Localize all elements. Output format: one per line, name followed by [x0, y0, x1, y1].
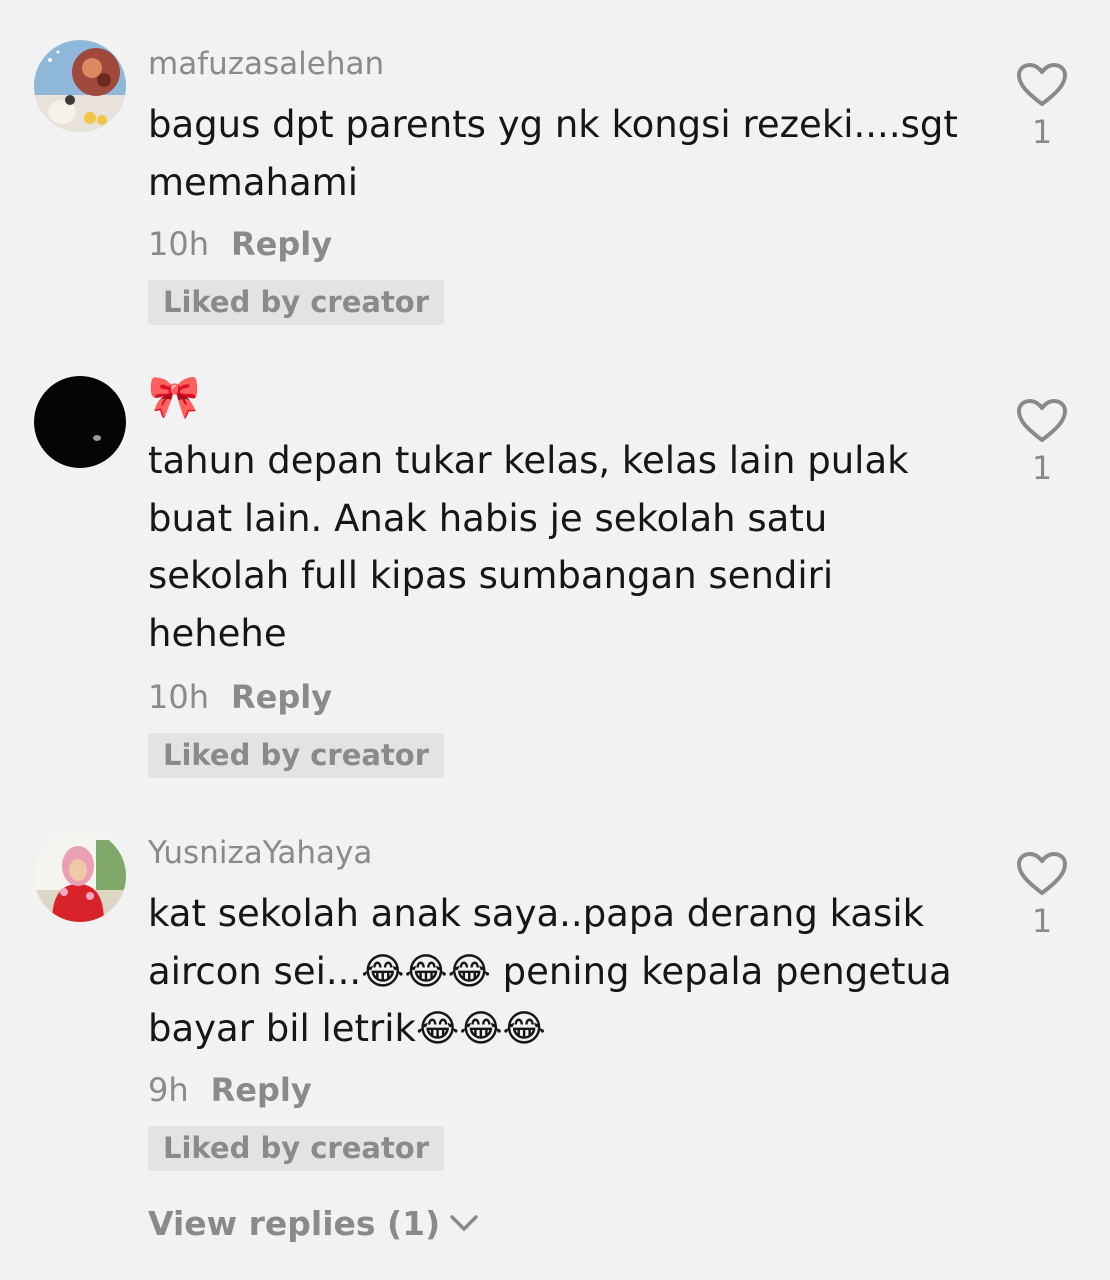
- comment-text: tahun depan tukar kelas, kelas lain pula…: [148, 439, 909, 655]
- liked-by-creator-badge: Liked by creator: [148, 280, 445, 325]
- avatar-image: [34, 376, 126, 468]
- view-replies-label: View replies (1): [148, 1204, 441, 1243]
- like-button[interactable]: 1: [1014, 851, 1070, 937]
- reply-button[interactable]: Reply: [211, 1071, 312, 1109]
- view-replies-button[interactable]: View replies (1): [148, 1204, 480, 1243]
- liked-by-creator-badge: Liked by creator: [148, 733, 445, 778]
- reply-button[interactable]: Reply: [231, 678, 332, 716]
- heart-outline-icon: [1017, 852, 1067, 895]
- avatar-image: [34, 830, 126, 922]
- like-count: 1: [1031, 113, 1053, 151]
- comment-meta: 9h Reply: [148, 1074, 312, 1106]
- comment-text: kat sekolah anak saya..papa derang kasik…: [148, 892, 952, 1050]
- like-button[interactable]: 1: [1014, 62, 1070, 148]
- comment-text: bagus dpt parents yg nk kongsi rezeki...…: [148, 103, 958, 204]
- avatar[interactable]: [34, 830, 126, 922]
- comment-time: 10h: [148, 225, 209, 263]
- avatar[interactable]: [34, 40, 126, 132]
- avatar[interactable]: [34, 376, 126, 468]
- chevron-down-icon: [450, 1214, 478, 1231]
- like-button[interactable]: 1: [1014, 398, 1070, 484]
- like-count: 1: [1031, 902, 1053, 940]
- liked-by-creator-badge: Liked by creator: [148, 1126, 445, 1171]
- comment-time: 10h: [148, 678, 209, 716]
- like-count: 1: [1031, 449, 1053, 487]
- reply-button[interactable]: Reply: [231, 225, 332, 263]
- comment-meta: 10h Reply: [148, 228, 332, 260]
- comment-username[interactable]: mafuzasalehan: [148, 49, 384, 80]
- comment-time: 9h: [148, 1071, 189, 1109]
- avatar-image: [34, 40, 126, 132]
- comment-username[interactable]: YusnizaYahaya: [148, 838, 372, 869]
- comment-meta: 10h Reply: [148, 681, 332, 713]
- comment-username[interactable]: 🎀: [148, 376, 200, 418]
- heart-outline-icon: [1017, 63, 1067, 106]
- heart-outline-icon: [1017, 399, 1067, 442]
- comments-list: mafuzasalehan bagus dpt parents yg nk ko…: [0, 0, 1110, 1280]
